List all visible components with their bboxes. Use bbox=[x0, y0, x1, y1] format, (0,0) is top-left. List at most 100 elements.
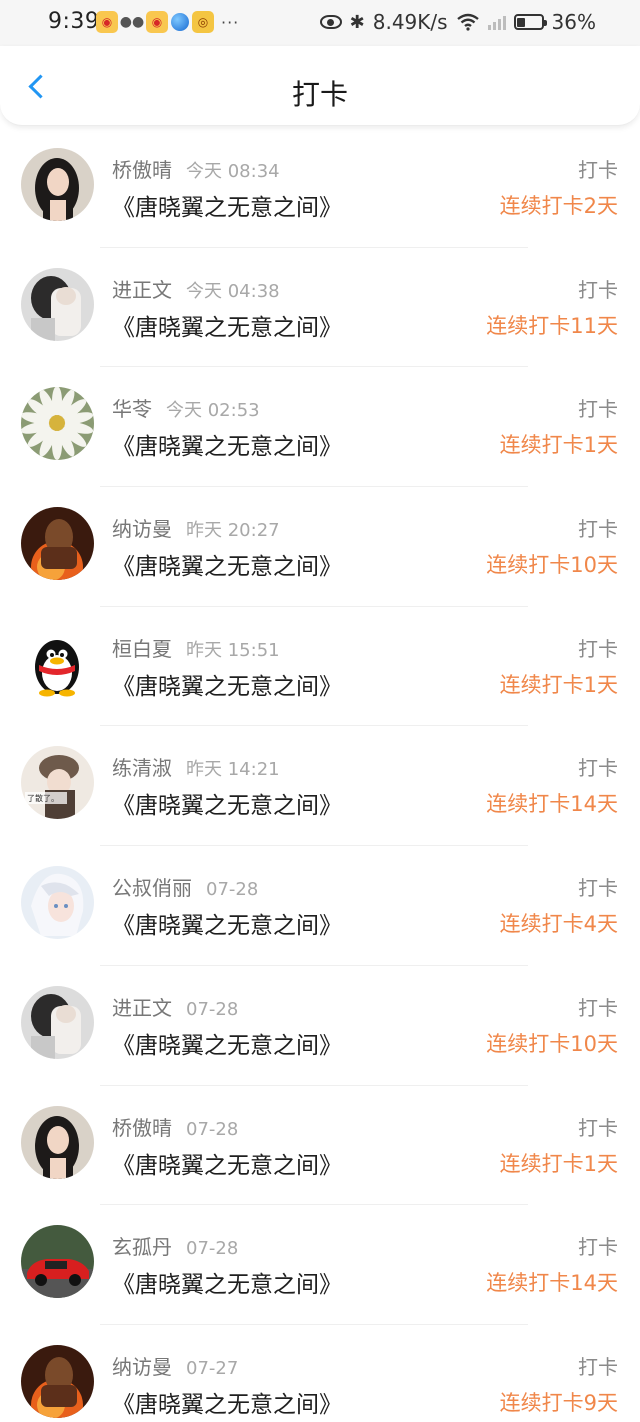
user-name[interactable]: 华苓 bbox=[112, 397, 152, 421]
checkin-tag: 打卡 bbox=[578, 756, 618, 781]
book-title[interactable]: 《唐晓翼之无意之间》 bbox=[112, 786, 342, 820]
user-name[interactable]: 玄孤丹 bbox=[112, 1235, 172, 1259]
user-name[interactable]: 桥傲晴 bbox=[112, 158, 172, 182]
book-title[interactable]: 《唐晓翼之无意之间》 bbox=[112, 427, 342, 461]
eye-icon bbox=[319, 15, 342, 29]
list-item[interactable]: 桥傲晴 07-28 《唐晓翼之无意之间》 打卡连续打卡1天 bbox=[0, 1086, 640, 1206]
checkin-time: 07-28 bbox=[186, 1238, 239, 1260]
streak-count: 连续打卡14天 bbox=[486, 792, 618, 817]
user-meta: 公叔俏丽 07-28 bbox=[112, 872, 258, 901]
avatar[interactable] bbox=[21, 866, 94, 940]
checkin-time: 今天 08:34 bbox=[186, 161, 280, 182]
system-icons: ✱ 8.49K/s 36% bbox=[319, 10, 596, 34]
streak-count: 连续打卡4天 bbox=[499, 912, 618, 937]
battery-icon bbox=[513, 14, 547, 30]
user-name[interactable]: 桓白夏 bbox=[112, 637, 172, 661]
checkin-tag: 打卡 bbox=[578, 517, 618, 542]
checkin-time: 昨天 20:27 bbox=[186, 520, 280, 542]
weibo-icon: ◉ bbox=[96, 11, 118, 33]
user-name[interactable]: 进正文 bbox=[112, 278, 172, 302]
book-title[interactable]: 《唐晓翼之无意之间》 bbox=[112, 188, 342, 222]
checkin-time: 昨天 14:21 bbox=[186, 759, 280, 781]
user-name[interactable]: 进正文 bbox=[112, 996, 172, 1020]
list-item[interactable]: 华苓 今天 02:53 《唐晓翼之无意之间》 打卡连续打卡1天 bbox=[0, 367, 640, 488]
avatar[interactable] bbox=[21, 985, 94, 1059]
checkin-tag: 打卡 bbox=[578, 995, 618, 1020]
status-bar: 9:39 ◉ ●● ◉ ◎ ··· ✱ 8.49K/s 36% bbox=[0, 0, 640, 46]
user-meta: 进正文 今天 04:38 bbox=[112, 274, 280, 303]
user-meta: 桓白夏 昨天 15:51 bbox=[112, 633, 280, 662]
streak-count: 连续打卡1天 bbox=[499, 433, 618, 458]
app-icon: ◎ bbox=[192, 11, 214, 33]
more-notifications-icon: ··· bbox=[221, 12, 240, 32]
user-meta: 练清淑 昨天 14:21 bbox=[112, 752, 280, 781]
avatar[interactable] bbox=[21, 1105, 94, 1179]
list-item[interactable]: 玄孤丹 07-28 《唐晓翼之无意之间》 打卡 连续打卡14天 bbox=[0, 1205, 640, 1325]
notification-icons: ◉ ●● ◉ ◎ ··· bbox=[96, 11, 239, 33]
avatar[interactable] bbox=[21, 1225, 94, 1299]
checkin-time: 07-27 bbox=[186, 1357, 239, 1379]
checkin-tag: 打卡 bbox=[578, 1115, 618, 1140]
signal-icon bbox=[487, 14, 506, 30]
user-meta: 进正文 07-28 bbox=[112, 992, 238, 1021]
book-title[interactable]: 《唐晓翼之无意之间》 bbox=[112, 667, 342, 701]
weibo-icon: ◉ bbox=[146, 11, 168, 33]
user-meta: 桥傲晴 今天 08:34 bbox=[112, 154, 280, 183]
page-title: 打卡 bbox=[291, 78, 348, 111]
wechat-icon: ●● bbox=[119, 14, 145, 30]
book-title[interactable]: 《唐晓翼之无意之间》 bbox=[112, 1146, 342, 1180]
user-meta: 纳访曼 07-27 bbox=[112, 1351, 238, 1380]
avatar-caption: 了散了。 bbox=[27, 793, 59, 803]
list-item[interactable]: 进正文 07-28 《唐晓翼之无意之间》 打卡连续打卡10天 bbox=[0, 966, 640, 1086]
checkin-tag: 打卡 bbox=[578, 636, 618, 661]
user-name[interactable]: 练清淑 bbox=[112, 756, 172, 780]
streak-count: 连续打卡10天 bbox=[486, 553, 618, 578]
book-title[interactable]: 《唐晓翼之无意之间》 bbox=[112, 547, 342, 581]
list-item[interactable]: 纳访曼 昨天 20:27 《唐晓翼之无意之间》 打卡连续打卡10天 bbox=[0, 487, 640, 607]
checkin-list: 桥傲晴 今天 08:34 《唐晓翼之无意之间》 打卡 连续打卡2天 进正文 今天 04:38… bbox=[0, 128, 640, 1422]
book-title[interactable]: 《唐晓翼之无意之间》 bbox=[112, 1265, 342, 1299]
user-name[interactable]: 公叔俏丽 bbox=[112, 876, 192, 900]
streak-count: 连续打卡11天 bbox=[486, 313, 618, 338]
user-name[interactable]: 纳访曼 bbox=[112, 517, 172, 541]
streak-count: 连续打卡1天 bbox=[499, 672, 618, 697]
list-item[interactable]: 桥傲晴 今天 08:34 《唐晓翼之无意之间》 打卡连续打卡2天 bbox=[0, 128, 640, 248]
streak-count: 连续打卡2天 bbox=[499, 194, 618, 218]
book-title[interactable]: 《唐晓翼之无意之间》 bbox=[112, 906, 342, 940]
avatar[interactable]: 了散了。 bbox=[21, 746, 94, 820]
avatar[interactable] bbox=[21, 507, 94, 581]
avatar[interactable] bbox=[21, 148, 94, 221]
avatar[interactable] bbox=[21, 387, 94, 461]
checkin-tag: 打卡 bbox=[578, 876, 618, 901]
checkin-tag: 打卡 bbox=[578, 277, 618, 302]
streak-count: 连续打卡14天 bbox=[486, 1271, 618, 1296]
checkin-time: 07-28 bbox=[206, 879, 259, 901]
user-name[interactable]: 桥傲晴 bbox=[112, 1116, 172, 1140]
status-time: 9:39 bbox=[48, 9, 100, 34]
list-item[interactable]: 桓白夏 昨天 15:51 《唐晓翼之无意之间》 打卡连续打卡1天 bbox=[0, 607, 640, 727]
list-item[interactable]: 了散了。 练清淑 昨天 14:21 《唐晓翼之无意之间》 打卡连续打卡14天 bbox=[0, 726, 640, 847]
book-title[interactable]: 《唐晓翼之无意之间》 bbox=[112, 308, 342, 342]
battery-percent: 36% bbox=[551, 10, 596, 34]
list-item[interactable]: 进正文 今天 04:38 《唐晓翼之无意之间》 打卡连续打卡11天 bbox=[0, 248, 640, 368]
user-meta: 华苓 今天 02:53 bbox=[112, 393, 260, 422]
checkin-tag: 打卡 bbox=[578, 1354, 618, 1379]
globe-icon bbox=[171, 13, 189, 31]
user-meta: 桥傲晴 07-28 bbox=[112, 1112, 238, 1141]
checkin-tag: 打卡 bbox=[578, 158, 618, 182]
list-item[interactable]: 公叔俏丽 07-28 《唐晓翼之无意之间》 打卡连续打卡4天 bbox=[0, 846, 640, 966]
list-item[interactable]: 纳访曼 07-27 《唐晓翼之无意之间》 打卡 连续打卡9天 bbox=[0, 1325, 640, 1422]
checkin-tag: 打卡 bbox=[578, 397, 618, 422]
book-title[interactable]: 《唐晓翼之无意之间》 bbox=[112, 1026, 342, 1060]
user-name[interactable]: 纳访曼 bbox=[112, 1355, 172, 1379]
network-speed: 8.49K/s bbox=[372, 10, 448, 34]
avatar[interactable] bbox=[21, 267, 94, 341]
checkin-time: 07-28 bbox=[186, 1118, 239, 1140]
avatar[interactable] bbox=[21, 626, 94, 700]
streak-count: 连续打卡10天 bbox=[486, 1031, 618, 1056]
user-meta: 玄孤丹 07-28 bbox=[112, 1231, 238, 1260]
avatar[interactable] bbox=[21, 1344, 94, 1418]
checkin-time: 今天 02:53 bbox=[166, 400, 260, 422]
book-title[interactable]: 《唐晓翼之无意之间》 bbox=[112, 1385, 342, 1419]
streak-count: 连续打卡1天 bbox=[499, 1151, 618, 1176]
